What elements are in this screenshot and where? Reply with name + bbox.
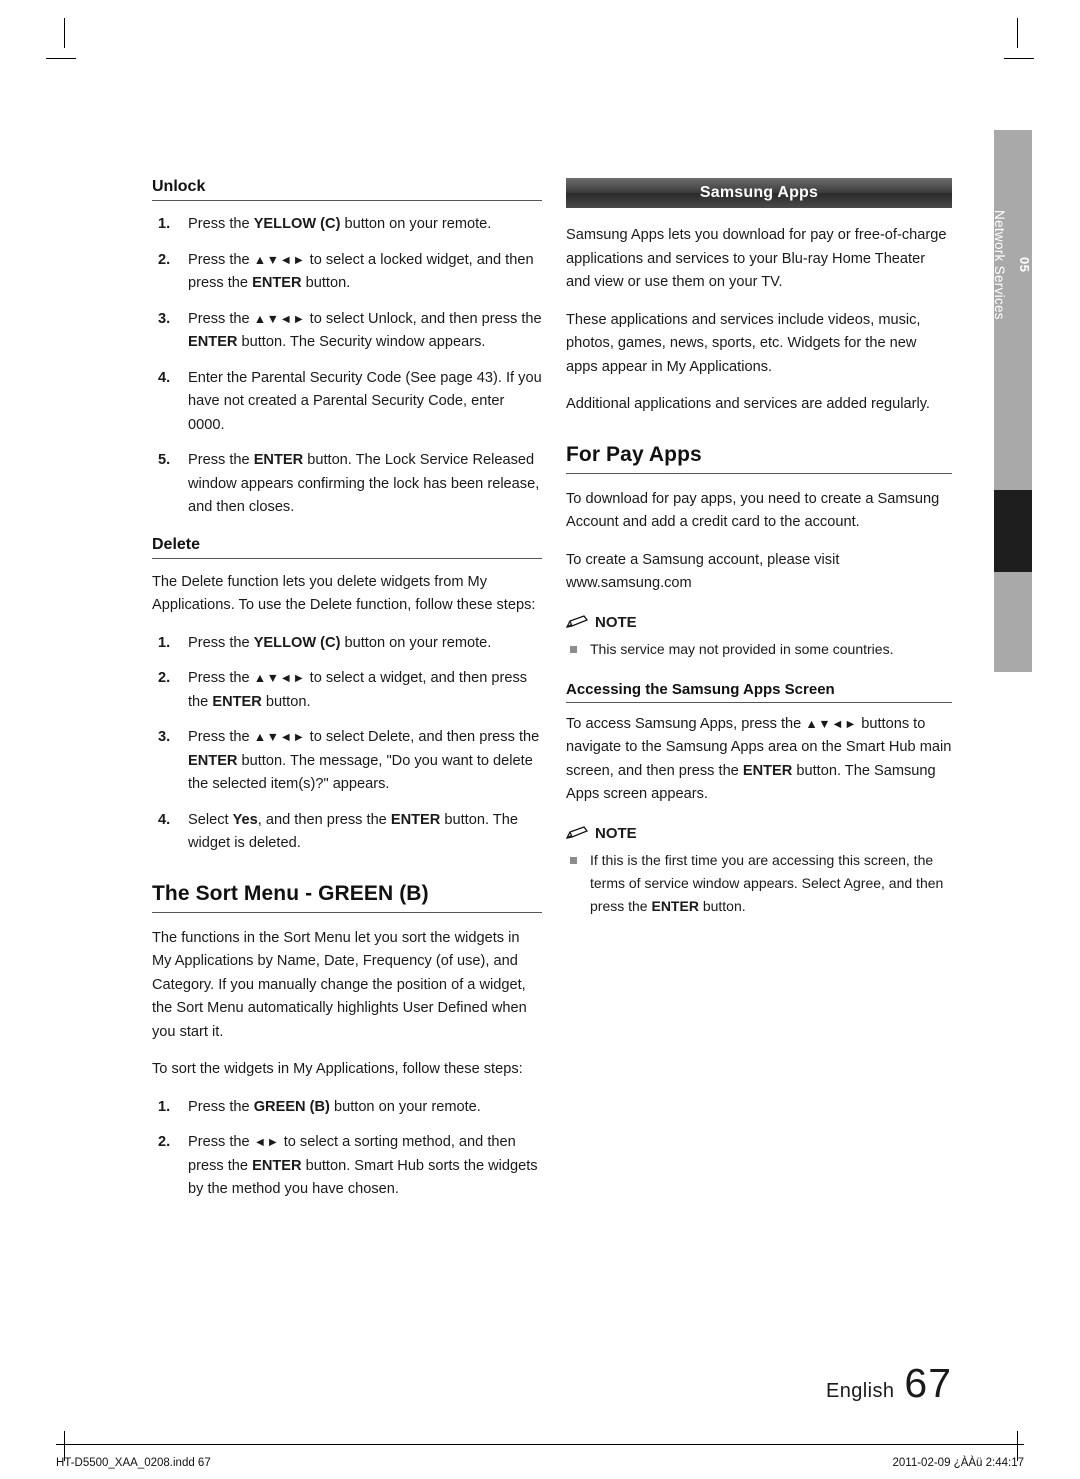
unlock-heading: Unlock bbox=[152, 178, 542, 201]
side-tab-label: 05 Network Services bbox=[992, 140, 1032, 390]
crop-mark-top-right bbox=[1017, 18, 1018, 48]
crop-mark-bottom-left bbox=[64, 1431, 65, 1461]
for-pay-apps-paragraph-1: To download for pay apps, you need to cr… bbox=[566, 490, 940, 531]
step-number: 1. bbox=[158, 634, 171, 651]
for-pay-apps-paragraph-2: To create a Samsung account, please visi… bbox=[566, 551, 840, 592]
step-number: 3. bbox=[158, 729, 171, 745]
list-item: 1. Press the YELLOW (C) button on your re… bbox=[152, 213, 542, 237]
step-number: 3. bbox=[158, 310, 171, 327]
note-label: NOTE bbox=[595, 613, 637, 631]
language-label: English bbox=[825, 1380, 895, 1402]
pencil-icon bbox=[566, 615, 588, 628]
sort-menu-steps: 1. Press the GREEN (B) button on your rem… bbox=[152, 1096, 542, 1202]
samsung-apps-paragraph-1: Samsung Apps lets you download for pay o… bbox=[566, 227, 947, 290]
chapter-number: 05 bbox=[1017, 257, 1032, 273]
accessing-heading: Accessing the Samsung Apps Screen bbox=[566, 681, 952, 703]
crop-mark-bottom-right bbox=[1017, 1431, 1018, 1461]
step-number: 1. bbox=[158, 1098, 171, 1115]
side-tab-bar-bottom bbox=[994, 572, 1032, 672]
list-item: If this is the first time you are access… bbox=[566, 849, 952, 918]
left-column: Unlock 1. Press the YELLOW (C) button on … bbox=[152, 178, 542, 1218]
step-number: 2. bbox=[158, 670, 171, 686]
samsung-apps-paragraph-2: These applications and services include … bbox=[566, 311, 921, 375]
for-pay-apps-heading: For Pay Apps bbox=[566, 443, 952, 474]
step-text: Press the ▲▼◄► to select Delete, and the… bbox=[188, 729, 540, 792]
step-number: 5. bbox=[158, 452, 171, 468]
sort-menu-heading: The Sort Menu - GREEN (B) bbox=[152, 882, 542, 913]
step-text: Select Yes, and then press the ENTER but… bbox=[188, 811, 518, 852]
note-list-2: If this is the first time you are access… bbox=[566, 849, 952, 918]
delete-heading: Delete bbox=[152, 536, 542, 559]
chapter-side-tab: 05 Network Services bbox=[992, 130, 1032, 672]
pencil-icon bbox=[566, 826, 588, 839]
delete-intro: The Delete function lets you delete widg… bbox=[152, 573, 536, 614]
step-text: Press the ▲▼◄► to select Unlock, and the… bbox=[188, 310, 542, 351]
crop-mark-left-top bbox=[46, 58, 76, 59]
list-item: 3. Press the ▲▼◄► to select Delete, and t… bbox=[152, 726, 542, 797]
step-number: 2. bbox=[158, 1134, 171, 1150]
sort-menu-paragraph-1: The functions in the Sort Menu let you s… bbox=[152, 929, 527, 1040]
samsung-apps-banner: Samsung Apps bbox=[566, 178, 952, 208]
accessing-paragraph: To access Samsung Apps, press the ▲▼◄► b… bbox=[566, 715, 952, 803]
chapter-title: Network Services bbox=[992, 210, 1007, 320]
crop-mark-top-left bbox=[64, 18, 65, 48]
list-item: 1. Press the YELLOW (C) button on your re… bbox=[152, 632, 542, 656]
unlock-steps: 1. Press the YELLOW (C) button on your re… bbox=[152, 213, 542, 520]
right-column: Samsung Apps Samsung Apps lets you downl… bbox=[566, 178, 952, 922]
side-tab-bar-current bbox=[994, 490, 1032, 572]
step-text: Press the YELLOW (C) button on your remo… bbox=[188, 634, 492, 651]
step-number: 1. bbox=[158, 216, 171, 232]
note-list: This service may not provided in some co… bbox=[566, 638, 952, 661]
step-number: 4. bbox=[158, 811, 171, 828]
footer-divider bbox=[56, 1444, 1024, 1445]
footer-date-info: 2011-02-09 ¿ÀÀü 2:44:17 bbox=[892, 1457, 1025, 1469]
note-header: NOTE bbox=[566, 614, 952, 631]
list-item: 1. Press the GREEN (B) button on your rem… bbox=[152, 1096, 542, 1120]
page-number: 67 bbox=[904, 1360, 952, 1406]
page-number-block: English 67 bbox=[826, 1360, 952, 1407]
step-number: 2. bbox=[158, 251, 171, 268]
step-text: Enter the Parental Security Code (See pa… bbox=[188, 369, 542, 433]
note-label: NOTE bbox=[595, 824, 637, 842]
step-text: Press the ▲▼◄► to select a widget, and t… bbox=[188, 670, 528, 710]
footer-file-info: HT-D5500_XAA_0208.indd 67 bbox=[56, 1457, 211, 1469]
note-header-2: NOTE bbox=[566, 825, 952, 842]
step-text: Press the ▲▼◄► to select a locked widget… bbox=[188, 251, 534, 292]
step-number: 4. bbox=[158, 369, 171, 386]
step-text: Press the ENTER button. The Lock Service… bbox=[188, 452, 540, 515]
list-item: 4. Select Yes, and then press the ENTER b… bbox=[152, 809, 542, 856]
sort-menu-paragraph-2: To sort the widgets in My Applications, … bbox=[152, 1061, 523, 1077]
step-text: Press the GREEN (B) button on your remot… bbox=[188, 1098, 481, 1115]
list-item: 5. Press the ENTER button. The Lock Servi… bbox=[152, 449, 542, 520]
list-item: 2. Press the ◄► to select a sorting metho… bbox=[152, 1131, 542, 1202]
step-text: Press the ◄► to select a sorting method,… bbox=[188, 1134, 538, 1197]
samsung-apps-banner-label: Samsung Apps bbox=[699, 184, 819, 201]
manual-page: Unlock 1. Press the YELLOW (C) button on … bbox=[0, 0, 1080, 1479]
list-item: This service may not provided in some co… bbox=[566, 638, 952, 661]
crop-mark-right-top bbox=[1004, 58, 1034, 59]
samsung-apps-paragraph-3: Additional applications and services are… bbox=[566, 396, 930, 412]
list-item: 4. Enter the Parental Security Code (See … bbox=[152, 367, 542, 438]
step-text: Press the YELLOW (C) button on your remo… bbox=[188, 216, 492, 232]
delete-steps: 1. Press the YELLOW (C) button on your re… bbox=[152, 632, 542, 856]
list-item: 2. Press the ▲▼◄► to select a locked widg… bbox=[152, 249, 542, 296]
list-item: 3. Press the ▲▼◄► to select Unlock, and t… bbox=[152, 308, 542, 355]
list-item: 2. Press the ▲▼◄► to select a widget, and… bbox=[152, 667, 542, 714]
